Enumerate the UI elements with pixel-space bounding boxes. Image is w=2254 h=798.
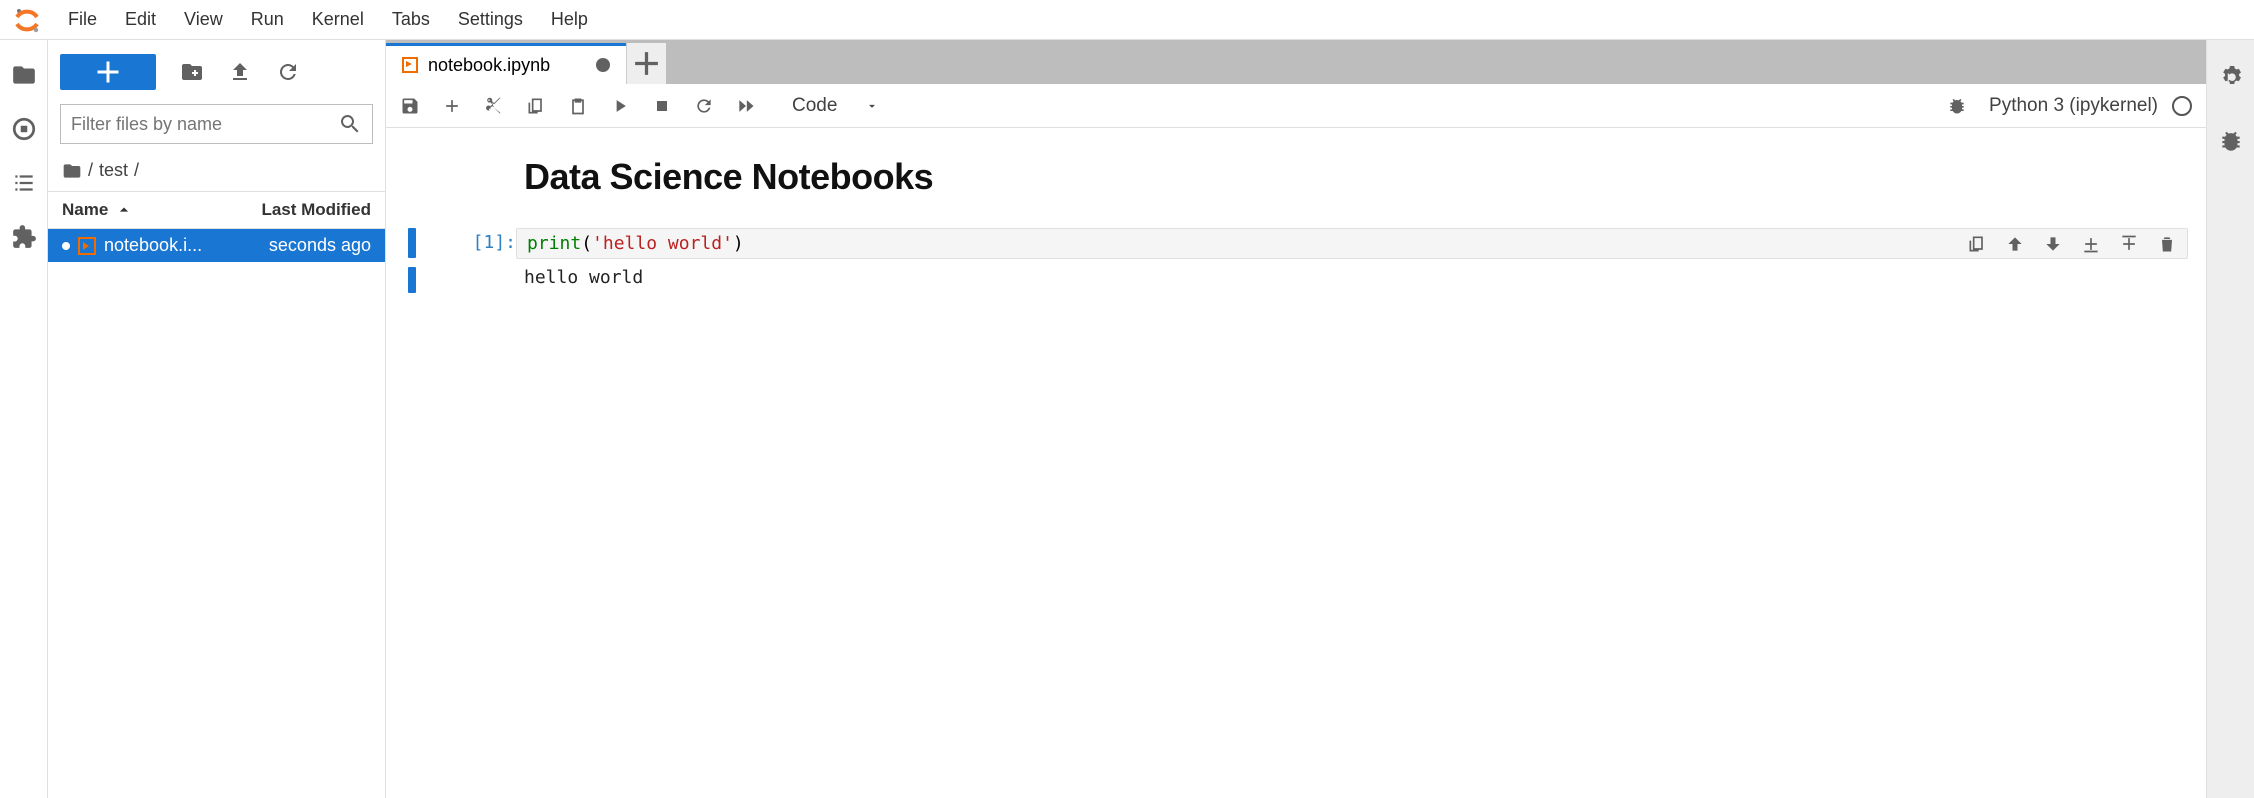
run-icon[interactable] xyxy=(610,96,630,116)
kernel-label: Python 3 (ipykernel) xyxy=(1989,95,2158,117)
sort-by-name[interactable]: Name xyxy=(62,200,134,220)
jupyter-logo xyxy=(12,5,42,35)
menu-run[interactable]: Run xyxy=(237,0,298,40)
kernel-status-icon xyxy=(2172,96,2192,116)
menubar: File Edit View Run Kernel Tabs Settings … xyxy=(0,0,2254,40)
breadcrumb-segment[interactable]: test xyxy=(99,160,128,181)
cell-input[interactable]: print('hello world') xyxy=(516,228,2188,259)
tab-title: notebook.ipynb xyxy=(428,55,550,76)
dirty-indicator-icon xyxy=(596,58,610,72)
cell-code: print('hello world') xyxy=(527,233,744,254)
menu-file[interactable]: File xyxy=(54,0,111,40)
filter-files-input[interactable] xyxy=(71,114,338,135)
extensions-icon[interactable] xyxy=(11,224,37,250)
menu-settings[interactable]: Settings xyxy=(444,0,537,40)
restart-icon[interactable] xyxy=(694,96,714,116)
notebook-body[interactable]: Data Science Notebooks [1]: print('hello… xyxy=(386,128,2206,798)
property-inspector-icon[interactable] xyxy=(2218,62,2244,88)
tab-bar: notebook.ipynb xyxy=(386,40,2206,84)
refresh-icon[interactable] xyxy=(276,60,300,84)
cell-prompt: [1]: xyxy=(452,228,516,253)
bug-icon[interactable] xyxy=(1947,96,1967,116)
upload-icon[interactable] xyxy=(228,60,252,84)
run-all-icon[interactable] xyxy=(736,96,756,116)
debugger-icon[interactable] xyxy=(2218,128,2244,154)
menu-view[interactable]: View xyxy=(170,0,237,40)
folder-icon[interactable] xyxy=(11,62,37,88)
main-dock: notebook.ipynb Code Python 3 (ipykernel) xyxy=(386,40,2206,798)
paste-icon[interactable] xyxy=(568,96,588,116)
new-launcher-button[interactable] xyxy=(60,54,156,90)
breadcrumb[interactable]: / test / xyxy=(48,156,385,191)
activity-bar-right xyxy=(2206,40,2254,798)
output-text: hello world xyxy=(516,267,643,293)
tab-notebook[interactable]: notebook.ipynb xyxy=(386,43,626,84)
notebook-icon xyxy=(402,57,418,73)
notebook-toolbar: Code Python 3 (ipykernel) xyxy=(386,84,2206,128)
file-name: notebook.i... xyxy=(104,235,202,256)
cell-type-label: Code xyxy=(792,95,837,117)
notebook-title: Data Science Notebooks xyxy=(524,156,2188,198)
copy-icon[interactable] xyxy=(526,96,546,116)
cell-type-select[interactable]: Code xyxy=(792,95,879,117)
cell-output: hello world xyxy=(408,267,2188,293)
notebook-icon xyxy=(78,237,96,255)
output-prompt-spacer xyxy=(452,267,516,293)
cell-active-indicator xyxy=(408,267,416,293)
folder-icon xyxy=(62,161,82,181)
sort-by-modified[interactable]: Last Modified xyxy=(261,200,371,220)
sort-asc-icon xyxy=(114,200,134,220)
filter-files-wrap xyxy=(60,104,373,144)
file-row[interactable]: notebook.i... seconds ago xyxy=(48,229,385,262)
menu-help[interactable]: Help xyxy=(537,0,602,40)
move-up-icon[interactable] xyxy=(2005,234,2025,254)
cell-action-bar xyxy=(1967,234,2177,254)
cut-icon[interactable] xyxy=(484,96,504,116)
chevron-down-icon xyxy=(865,99,879,113)
toc-icon[interactable] xyxy=(11,170,37,196)
file-browser-toolbar xyxy=(48,40,385,100)
cell-active-indicator xyxy=(408,228,416,258)
file-list-header: Name Last Modified xyxy=(48,191,385,229)
delete-icon[interactable] xyxy=(2157,234,2177,254)
breadcrumb-sep: / xyxy=(134,160,139,181)
save-icon[interactable] xyxy=(400,96,420,116)
menu-edit[interactable]: Edit xyxy=(111,0,170,40)
running-icon[interactable] xyxy=(11,116,37,142)
add-tab-button[interactable] xyxy=(626,43,666,84)
menu-tabs[interactable]: Tabs xyxy=(378,0,444,40)
code-cell[interactable]: [1]: print('hello world') xyxy=(408,228,2188,259)
header-name-label: Name xyxy=(62,200,108,220)
menu-kernel[interactable]: Kernel xyxy=(298,0,378,40)
dirty-indicator-icon xyxy=(62,242,70,250)
activity-bar-left xyxy=(0,40,48,798)
kernel-name[interactable]: Python 3 (ipykernel) xyxy=(1989,95,2192,117)
move-down-icon[interactable] xyxy=(2043,234,2063,254)
interrupt-icon[interactable] xyxy=(652,96,672,116)
breadcrumb-sep: / xyxy=(88,160,93,181)
file-browser: / test / Name Last Modified notebook.i..… xyxy=(48,40,386,798)
file-modified: seconds ago xyxy=(269,235,371,256)
duplicate-icon[interactable] xyxy=(1967,234,1987,254)
search-icon xyxy=(338,112,362,136)
insert-above-icon[interactable] xyxy=(2081,234,2101,254)
new-folder-icon[interactable] xyxy=(180,60,204,84)
insert-cell-icon[interactable] xyxy=(442,96,462,116)
insert-below-icon[interactable] xyxy=(2119,234,2139,254)
